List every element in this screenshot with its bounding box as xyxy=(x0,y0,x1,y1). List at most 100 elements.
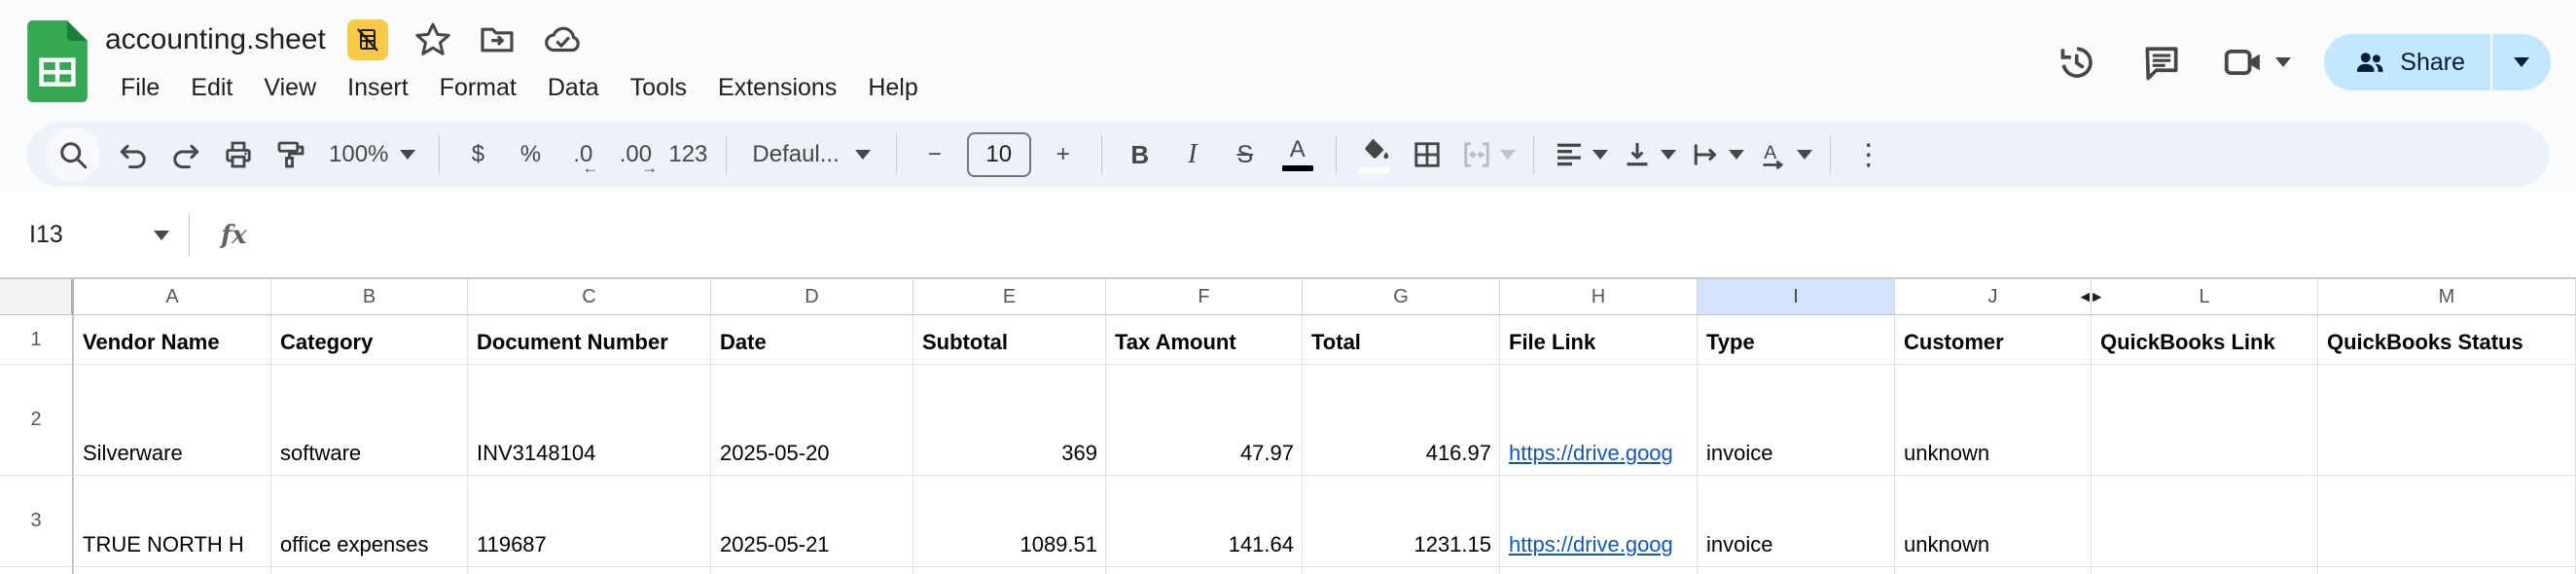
format-percent-button[interactable]: % xyxy=(504,128,556,181)
share-button[interactable]: Share xyxy=(2324,34,2551,90)
vertical-align-button[interactable] xyxy=(1614,128,1682,181)
cell-I2[interactable]: invoice xyxy=(1698,365,1895,476)
cell-H2[interactable]: https://drive.goog xyxy=(1500,365,1698,476)
text-wrapping-button[interactable] xyxy=(1682,128,1750,181)
document-title[interactable]: accounting.sheet xyxy=(105,23,326,56)
cell-G1[interactable]: Total xyxy=(1303,315,1500,365)
column-header-H[interactable]: H xyxy=(1500,279,1698,315)
menu-extensions[interactable]: Extensions xyxy=(702,68,852,108)
cell-C1[interactable]: Document Number xyxy=(468,315,711,365)
column-header-M[interactable]: M xyxy=(2318,279,2576,315)
column-header-E[interactable]: E xyxy=(913,279,1106,315)
menu-edit[interactable]: Edit xyxy=(175,68,248,108)
select-all-corner[interactable] xyxy=(0,279,74,315)
cell-J3[interactable]: unknown xyxy=(1895,476,2092,567)
menu-file[interactable]: File xyxy=(105,68,175,108)
horizontal-align-button[interactable] xyxy=(1546,128,1614,181)
menu-view[interactable]: View xyxy=(248,68,332,108)
column-header-A[interactable]: A xyxy=(74,279,271,315)
cell-I1[interactable]: Type xyxy=(1698,315,1895,365)
share-dropdown-button[interactable] xyxy=(2492,34,2551,90)
cell-F3[interactable]: 141.64 xyxy=(1106,476,1303,567)
column-header-C[interactable]: C xyxy=(468,279,711,315)
increase-font-size-button[interactable]: + xyxy=(1037,128,1090,181)
menu-help[interactable]: Help xyxy=(852,68,933,108)
undo-button[interactable] xyxy=(107,128,160,181)
menu-insert[interactable]: Insert xyxy=(332,68,424,108)
cell-Ix[interactable] xyxy=(1698,567,1895,574)
text-color-button[interactable]: A xyxy=(1271,128,1324,181)
cell-B2[interactable]: software xyxy=(271,365,468,476)
move-to-folder-icon[interactable] xyxy=(478,20,517,59)
cell-Jx[interactable] xyxy=(1895,567,2092,574)
redo-button[interactable] xyxy=(160,128,212,181)
column-header-D[interactable]: D xyxy=(711,279,913,315)
cell-E2[interactable]: 369 xyxy=(913,365,1106,476)
cell-link[interactable]: https://drive.goog xyxy=(1509,441,1673,466)
column-header-I[interactable]: I xyxy=(1698,279,1895,315)
video-dropdown-caret-icon[interactable] xyxy=(2275,57,2292,67)
column-header-L[interactable]: L ▸ xyxy=(2092,279,2318,315)
column-header-G[interactable]: G xyxy=(1303,279,1500,315)
cell-E1[interactable]: Subtotal xyxy=(913,315,1106,365)
row-header-1[interactable]: 1 xyxy=(0,315,74,365)
bold-button[interactable]: B xyxy=(1114,128,1166,181)
cell-C2[interactable]: INV3148104 xyxy=(468,365,711,476)
row-header-2[interactable]: 2 xyxy=(0,365,74,476)
print-button[interactable] xyxy=(212,128,265,181)
column-header-B[interactable]: B xyxy=(271,279,468,315)
cell-G2[interactable]: 416.97 xyxy=(1303,365,1500,476)
cell-L3[interactable] xyxy=(2092,476,2318,567)
cell-H1[interactable]: File Link xyxy=(1500,315,1698,365)
increase-decimal-button[interactable]: .00 → xyxy=(609,128,662,181)
menu-tools[interactable]: Tools xyxy=(615,68,702,108)
text-rotation-button[interactable]: A xyxy=(1750,128,1818,181)
version-history-icon[interactable] xyxy=(2050,36,2102,89)
cell-B3[interactable]: office expenses xyxy=(271,476,468,567)
cell-A2[interactable]: Silverware xyxy=(74,365,271,476)
cell-Bx[interactable] xyxy=(271,567,468,574)
cell-Fx[interactable] xyxy=(1106,567,1303,574)
italic-button[interactable]: I xyxy=(1166,128,1219,181)
cell-J2[interactable]: unknown xyxy=(1895,365,2092,476)
cell-A3[interactable]: TRUE NORTH H xyxy=(74,476,271,567)
cell-J1[interactable]: Customer xyxy=(1895,315,2092,365)
cell-F2[interactable]: 47.97 xyxy=(1106,365,1303,476)
cell-link[interactable]: https://drive.goog xyxy=(1509,532,1673,557)
cell-L2[interactable] xyxy=(2092,365,2318,476)
menu-format[interactable]: Format xyxy=(424,68,532,108)
decrease-font-size-button[interactable]: − xyxy=(909,128,961,181)
font-size-input[interactable]: 10 xyxy=(966,132,1031,177)
cell-Ax[interactable] xyxy=(74,567,271,574)
borders-button[interactable] xyxy=(1401,128,1453,181)
cell-D1[interactable]: Date xyxy=(711,315,913,365)
cell-Cx[interactable] xyxy=(468,567,711,574)
format-currency-button[interactable]: $ xyxy=(451,128,504,181)
cell-Hx[interactable] xyxy=(1500,567,1698,574)
star-icon[interactable] xyxy=(413,20,452,59)
cell-H3[interactable]: https://drive.goog xyxy=(1500,476,1698,567)
row-header-partial[interactable] xyxy=(0,567,74,574)
cell-G3[interactable]: 1231.15 xyxy=(1303,476,1500,567)
cell-F1[interactable]: Tax Amount xyxy=(1106,315,1303,365)
cell-M3[interactable] xyxy=(2318,476,2576,567)
row-header-3[interactable]: 3 xyxy=(0,476,74,567)
cell-C3[interactable]: 119687 xyxy=(468,476,711,567)
decrease-decimal-button[interactable]: .0 ← xyxy=(556,128,609,181)
cell-D2[interactable]: 2025-05-20 xyxy=(711,365,913,476)
more-toolbar-options-button[interactable]: ⋮ xyxy=(1843,128,1895,181)
column-header-F[interactable]: F xyxy=(1106,279,1303,315)
cell-A1[interactable]: Vendor Name xyxy=(74,315,271,365)
comments-icon[interactable] xyxy=(2135,36,2188,89)
column-header-J[interactable]: J ◂ xyxy=(1895,279,2092,315)
more-formats-button[interactable]: 123 xyxy=(662,128,714,181)
cell-Mx[interactable] xyxy=(2318,567,2576,574)
cell-I3[interactable]: invoice xyxy=(1698,476,1895,567)
hidden-column-expand-left-icon[interactable]: ◂ xyxy=(2080,286,2090,308)
cell-Gx[interactable] xyxy=(1303,567,1500,574)
cell-Ex[interactable] xyxy=(913,567,1106,574)
cell-M1[interactable]: QuickBooks Status xyxy=(2318,315,2576,365)
cell-L1[interactable]: QuickBooks Link xyxy=(2092,315,2318,365)
hidden-column-expand-right-icon[interactable]: ▸ xyxy=(2093,286,2102,308)
cloud-saved-icon[interactable] xyxy=(542,19,583,60)
